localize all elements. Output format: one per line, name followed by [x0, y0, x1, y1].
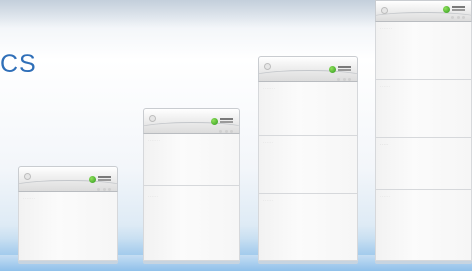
battery-module: · · · · ·: [375, 138, 472, 190]
unit-base: [375, 261, 472, 264]
status-led-icon: [219, 130, 233, 133]
battery-module: · · · · · · ·: [258, 82, 358, 136]
module-label: · · · · · · ·: [263, 86, 275, 90]
battery-module: · · · · · ·: [375, 80, 472, 138]
battery-module: · · · · · ·: [258, 136, 358, 194]
battery-unit-1: · · · · · · ·: [18, 166, 118, 264]
module-label: · · · · · ·: [263, 140, 274, 144]
module-label: · · · · · · ·: [380, 26, 392, 30]
battery-module: · · · · · · ·: [143, 134, 240, 186]
screw-icon: [24, 173, 31, 180]
brand-logo-icon: [443, 6, 465, 14]
battery-unit-3: · · · · · · · · · · · · · · · · · · ·: [258, 56, 358, 264]
brand-logo-icon: [329, 66, 351, 74]
battery-module: · · · · · ·: [258, 194, 358, 261]
status-led-icon: [97, 188, 111, 191]
module-label: · · · · · ·: [148, 194, 159, 198]
screw-icon: [149, 115, 156, 122]
battery-unit-2: · · · · · · · · · · · · ·: [143, 108, 240, 264]
unit-cap: [375, 0, 472, 22]
module-label: · · · · · ·: [380, 84, 391, 88]
brand-logo-icon: [211, 118, 233, 126]
unit-base: [18, 261, 118, 264]
unit-cap: [18, 166, 118, 192]
unit-cap: [143, 108, 240, 134]
unit-cap: [258, 56, 358, 82]
module-label: · · · · · · ·: [23, 196, 35, 200]
module-label: · · · · · ·: [380, 194, 391, 198]
module-label: · · · · · ·: [263, 198, 274, 202]
screw-icon: [264, 63, 271, 70]
unit-base: [258, 261, 358, 264]
battery-module: · · · · · · ·: [375, 22, 472, 80]
headline-text: CS: [0, 50, 37, 78]
status-led-icon: [451, 16, 465, 19]
battery-module: · · · · · · ·: [18, 192, 118, 261]
status-led-icon: [337, 78, 351, 81]
unit-base: [143, 261, 240, 264]
battery-unit-4: · · · · · · · · · · · · · · · · · · · · …: [375, 0, 472, 264]
module-label: · · · · · · ·: [148, 138, 160, 142]
module-label: · · · · ·: [380, 142, 389, 146]
screw-icon: [381, 7, 388, 14]
battery-module: · · · · · ·: [375, 190, 472, 261]
battery-module: · · · · · ·: [143, 186, 240, 261]
brand-logo-icon: [89, 176, 111, 184]
